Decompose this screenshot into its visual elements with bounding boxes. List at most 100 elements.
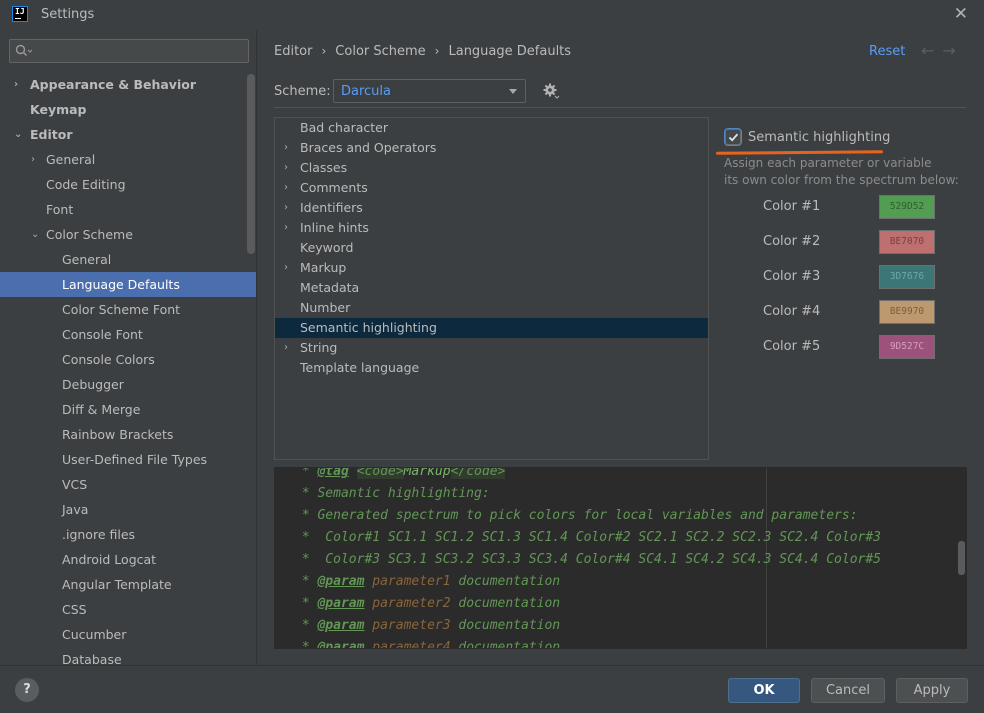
sidebar-item[interactable]: Database (0, 647, 256, 665)
attribute-list-item[interactable]: Metadata (275, 278, 708, 298)
sidebar-item-label: Font (46, 202, 74, 217)
help-button[interactable]: ? (15, 678, 39, 702)
attribute-list-item[interactable]: › String (275, 338, 708, 358)
semantic-description-line: its own color from the spectrum below: (724, 173, 959, 187)
sidebar-item[interactable]: General (0, 247, 256, 272)
chevron-right-icon[interactable]: › (284, 198, 288, 218)
color-swatch[interactable]: 529D52 (879, 195, 935, 219)
code-line: * @param parameter2 documentation (294, 593, 560, 615)
code-comment-star: * (294, 574, 318, 589)
chevron-right-icon[interactable]: › (31, 147, 35, 172)
scheme-label: Scheme: (274, 84, 331, 99)
sidebar-item[interactable]: Cucumber (0, 622, 256, 647)
chevron-right-icon[interactable]: › (284, 218, 288, 238)
search-input[interactable] (9, 39, 249, 63)
sidebar-item[interactable]: Debugger (0, 372, 256, 397)
sidebar-item-label: Keymap (30, 102, 87, 117)
attribute-list-item[interactable]: Number (275, 298, 708, 318)
sidebar-item[interactable]: Code Editing (0, 172, 256, 197)
sidebar-item-label: Editor (30, 127, 73, 142)
sidebar-item-label: Angular Template (62, 577, 172, 592)
attribute-list: Bad character › Braces and Operators › Class… (274, 117, 709, 460)
sidebar-item[interactable]: ⌄ Editor (0, 122, 256, 147)
apply-button[interactable]: Apply (896, 678, 968, 703)
code-preview[interactable]: * @tag <code>Markup</code> * Semantic hi… (274, 467, 967, 649)
sidebar-item[interactable]: Console Colors (0, 347, 256, 372)
sidebar-item-label: VCS (62, 477, 88, 492)
sidebar-item[interactable]: ⌄ Color Scheme (0, 222, 256, 247)
sidebar-item[interactable]: Rainbow Brackets (0, 422, 256, 447)
sidebar-item-label: General (62, 252, 112, 267)
attribute-list-item[interactable]: › Inline hints (275, 218, 708, 238)
attribute-list-item-label: String (300, 340, 338, 355)
search-icon (15, 44, 33, 56)
code-line: * Generated spectrum to pick colors for … (294, 508, 858, 523)
sidebar-item[interactable]: Java (0, 497, 256, 522)
sidebar-item[interactable]: Android Logcat (0, 547, 256, 572)
back-arrow-icon[interactable]: ← (921, 41, 942, 60)
gear-icon[interactable] (542, 82, 560, 100)
sidebar-item[interactable]: › Appearance & Behavior (0, 72, 256, 97)
code-line: * Color#3 SC3.1 SC3.2 SC3.3 SC3.4 Color#… (294, 552, 881, 567)
sidebar-item[interactable]: CSS (0, 597, 256, 622)
sidebar-item[interactable]: › General (0, 147, 256, 172)
code-doc-tag: @tag (317, 467, 349, 479)
color-swatch[interactable]: BE7070 (879, 230, 935, 254)
chevron-down-icon[interactable]: ⌄ (31, 222, 39, 247)
ok-button[interactable]: OK (728, 678, 800, 703)
sidebar-item-label: Android Logcat (62, 552, 157, 567)
attribute-list-item[interactable]: Keyword (275, 238, 708, 258)
sidebar-item[interactable]: Font (0, 197, 256, 222)
chevron-right-icon[interactable]: › (284, 338, 288, 358)
color-swatch[interactable]: 3D7676 (879, 265, 935, 289)
settings-content: Editor › Color Scheme › Language Defaults Re… (258, 30, 984, 665)
cancel-button[interactable]: Cancel (811, 678, 885, 703)
sidebar-item[interactable]: User-Defined File Types (0, 447, 256, 472)
header-divider (274, 107, 966, 108)
sidebar-item[interactable]: Diff & Merge (0, 397, 256, 422)
attribute-list-item[interactable]: › Markup (275, 258, 708, 278)
close-icon[interactable]: ✕ (954, 4, 968, 24)
sidebar-item[interactable]: Color Scheme Font (0, 297, 256, 322)
color-row: Color #1 529D52 (763, 195, 935, 219)
breadcrumb-item-language-defaults: Language Defaults (448, 44, 572, 59)
code-doc-tag: @param (317, 640, 365, 649)
attribute-list-item-label: Identifiers (300, 200, 363, 215)
sidebar-item[interactable]: .ignore files (0, 522, 256, 547)
sidebar-scrollbar[interactable] (247, 74, 255, 254)
color-swatch[interactable]: 9D527C (879, 335, 935, 359)
sidebar-item[interactable]: Angular Template (0, 572, 256, 597)
chevron-right-icon[interactable]: › (284, 158, 288, 178)
chevron-right-icon[interactable]: › (284, 178, 288, 198)
code-param-name: parameter4 (372, 640, 451, 649)
semantic-highlighting-label[interactable]: Semantic highlighting (748, 130, 890, 145)
chevron-down-icon (509, 89, 517, 94)
attribute-list-item[interactable]: › Braces and Operators (275, 138, 708, 158)
settings-sidebar: › Appearance & Behavior Keymap ⌄ Editor › Gene… (0, 30, 257, 665)
sidebar-item-label: Debugger (62, 377, 124, 392)
attribute-list-item[interactable]: Semantic highlighting (275, 318, 708, 338)
preview-scrollbar[interactable] (958, 541, 965, 575)
code-comment-star: * (294, 618, 318, 633)
chevron-down-icon[interactable]: ⌄ (14, 122, 22, 147)
code-line: * @param parameter3 documentation (294, 615, 560, 637)
chevron-right-icon[interactable]: › (284, 258, 288, 278)
scheme-dropdown[interactable]: Darcula (333, 79, 526, 103)
reset-link[interactable]: Reset (869, 44, 905, 59)
chevron-right-icon[interactable]: › (14, 72, 18, 97)
attribute-list-item[interactable]: › Identifiers (275, 198, 708, 218)
attribute-list-item[interactable]: › Comments (275, 178, 708, 198)
forward-arrow-icon[interactable]: → (942, 41, 963, 60)
code-doc-text: documentation (458, 574, 561, 589)
app-logo-icon: IJ (12, 6, 28, 22)
sidebar-item[interactable]: Console Font (0, 322, 256, 347)
semantic-highlighting-checkbox[interactable] (724, 128, 742, 146)
attribute-list-item[interactable]: › Classes (275, 158, 708, 178)
sidebar-item[interactable]: Keymap (0, 97, 256, 122)
sidebar-item[interactable]: Language Defaults (0, 272, 256, 297)
sidebar-item[interactable]: VCS (0, 472, 256, 497)
chevron-right-icon[interactable]: › (284, 138, 288, 158)
attribute-list-item[interactable]: Template language (275, 358, 708, 378)
attribute-list-item[interactable]: Bad character (275, 118, 708, 138)
color-swatch[interactable]: BE9970 (879, 300, 935, 324)
